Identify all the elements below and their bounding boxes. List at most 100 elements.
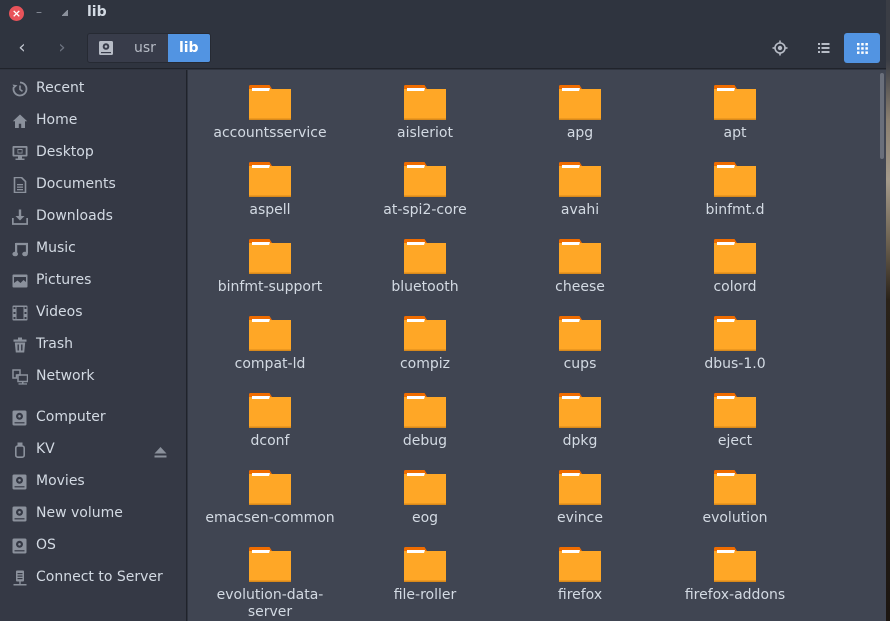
header-bar: ‹ › usr lib (0, 27, 886, 69)
folder-label: dpkg (562, 433, 598, 449)
folder-label: compiz (399, 356, 451, 372)
sidebar-item-label: Connect to Server (36, 569, 163, 585)
folder-label: apt (723, 125, 747, 141)
back-button[interactable]: ‹ (8, 35, 36, 61)
forward-button[interactable]: › (48, 35, 76, 61)
breadcrumb: usr lib (87, 33, 211, 63)
sidebar-item-music[interactable]: Music (0, 233, 186, 263)
locate-icon (772, 40, 788, 56)
folder-label: evince (557, 510, 603, 526)
desktop-icon (11, 144, 28, 161)
sidebar-item-kv[interactable]: KV (0, 434, 186, 464)
sidebar-item-label: Pictures (36, 272, 92, 288)
folder-icon (714, 393, 756, 428)
clock-icon (11, 80, 28, 97)
folder-icon (249, 547, 291, 582)
sidebar-item-trash[interactable]: Trash (0, 329, 186, 359)
sidebar-item-label: KV (36, 441, 55, 457)
server-icon (11, 569, 28, 586)
folder-label: dbus-1.0 (704, 356, 766, 372)
sidebar-item-label: Trash (36, 336, 73, 352)
folder-label: bluetooth (391, 279, 459, 295)
path-root-button[interactable] (88, 34, 124, 62)
drive-icon (11, 473, 28, 490)
file-manager-window: × – lib ‹ › usr lib Recent Home Desktop … (0, 0, 886, 621)
sidebar-item-label: OS (36, 537, 56, 553)
sidebar-item-label: Music (36, 240, 76, 256)
folder-icon (249, 393, 291, 428)
folder-icon (404, 393, 446, 428)
folder-label: firefox (557, 587, 603, 603)
sidebar-item-new-volume[interactable]: New volume (0, 498, 186, 528)
sidebar-item-downloads[interactable]: Downloads (0, 201, 186, 231)
sidebar-item-connect-to-server[interactable]: Connect to Server (0, 562, 186, 592)
drive-icon (11, 409, 28, 426)
sidebar-item-os[interactable]: OS (0, 530, 186, 560)
close-button[interactable]: × (9, 6, 24, 21)
sidebar-item-movies[interactable]: Movies (0, 466, 186, 496)
sidebar-item-home[interactable]: Home (0, 105, 186, 135)
sidebar-item-recent[interactable]: Recent (0, 73, 186, 103)
sidebar-item-computer[interactable]: Computer (0, 402, 186, 432)
locate-button[interactable] (762, 33, 798, 63)
network-icon (11, 368, 28, 385)
folder-icon (714, 316, 756, 351)
folder-label: colord (713, 279, 757, 295)
folder-label: eog (411, 510, 439, 526)
folder-icon (714, 85, 756, 120)
desktop-background (886, 0, 890, 621)
sidebar: Recent Home Desktop Documents Downloads (0, 70, 187, 621)
folder-label: binfmt.d (705, 202, 765, 218)
sidebar-item-videos[interactable]: Videos (0, 297, 186, 327)
folder-label: cheese (555, 279, 605, 295)
sidebar-item-network[interactable]: Network (0, 361, 186, 391)
sidebar-item-pictures[interactable]: Pictures (0, 265, 186, 295)
trash-icon (11, 336, 28, 353)
grid-view-button[interactable] (844, 33, 880, 63)
folder-label: eject (717, 433, 753, 449)
folder-label: aisleriot (397, 125, 453, 141)
folder-icon (404, 547, 446, 582)
folder-label: debug (402, 433, 448, 449)
folder-icon (559, 316, 601, 351)
drive-icon (99, 41, 113, 55)
eject-icon (154, 447, 167, 458)
vertical-scrollbar[interactable] (880, 73, 884, 159)
folder-icon (559, 85, 601, 120)
path-lib-button[interactable]: lib (167, 34, 210, 62)
sidebar-item-documents[interactable]: Documents (0, 169, 186, 199)
folder-icon (559, 393, 601, 428)
folder-label: aspell (249, 202, 291, 218)
folder-icon (404, 239, 446, 274)
folder-label: evolution (702, 510, 768, 526)
path-usr-button[interactable]: usr (124, 34, 168, 62)
folder-icon (404, 162, 446, 197)
folder-icon (249, 316, 291, 351)
sidebar-item-label: Desktop (36, 144, 94, 160)
drive-icon (11, 537, 28, 554)
folder-icon (249, 470, 291, 505)
folder-icon (714, 162, 756, 197)
document-icon (11, 176, 28, 193)
usb-icon (11, 441, 28, 458)
title-bar: × – lib (0, 0, 886, 27)
folder-icon (404, 85, 446, 120)
maximize-button[interactable] (62, 10, 68, 16)
folder-icon (249, 162, 291, 197)
sidebar-item-desktop[interactable]: Desktop (0, 137, 186, 167)
list-view-button[interactable] (806, 33, 842, 63)
folder-label: emacsen-common (205, 510, 335, 526)
sidebar-item-label: Movies (36, 473, 85, 489)
folder-icon (559, 239, 601, 274)
sidebar-item-label: Documents (36, 176, 116, 192)
eject-button[interactable] (154, 443, 167, 458)
sidebar-item-label: Computer (36, 409, 106, 425)
sidebar-item-label: Recent (36, 80, 85, 96)
grid-view-icon (856, 42, 868, 54)
picture-icon (11, 272, 28, 289)
folder-label: avahi (560, 202, 600, 218)
folder-icon (249, 239, 291, 274)
minimize-button[interactable]: – (36, 5, 46, 20)
sidebar-item-label: Videos (36, 304, 83, 320)
file-grid-view: accountsservice aisleriot apg apt aspell at-s… (188, 70, 886, 621)
